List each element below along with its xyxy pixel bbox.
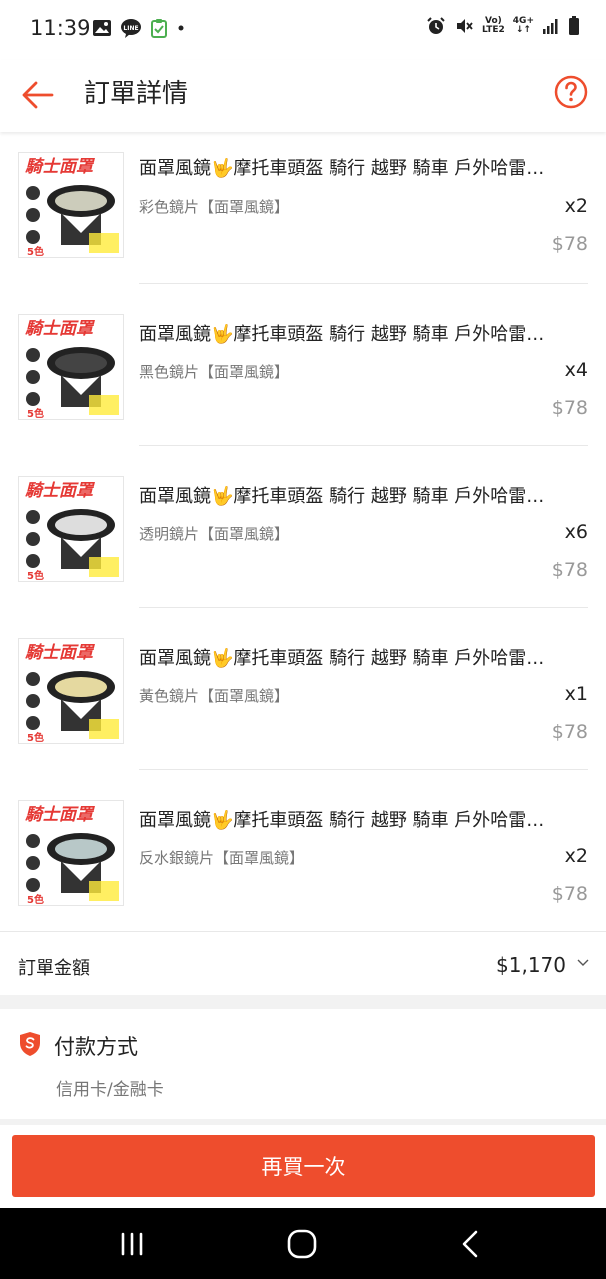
product-thumbnail[interactable]: 騎士面罩 5色 bbox=[18, 800, 124, 906]
app-header: 訂單詳情 bbox=[0, 60, 606, 132]
svg-text:5色: 5色 bbox=[27, 731, 44, 744]
goggles-mask-image: 騎士面罩 5色 bbox=[19, 315, 123, 420]
home-icon[interactable] bbox=[282, 1226, 322, 1262]
product-thumbnail[interactable]: 騎士面罩 5色 bbox=[18, 476, 124, 582]
item-name: 面罩風鏡🤟摩托車頭盔 騎行 越野 騎車 戶外哈雷… bbox=[139, 486, 545, 507]
page-title: 訂單詳情 bbox=[84, 79, 189, 109]
item-quantity: x6 bbox=[564, 521, 588, 543]
data-arrows-icon: ↓↑ bbox=[515, 25, 531, 35]
item-price: $78 bbox=[551, 559, 588, 581]
svg-text:LINE: LINE bbox=[123, 25, 138, 32]
product-thumbnail[interactable]: 騎士面罩 5色 bbox=[18, 638, 124, 744]
status-right-icons: Vo) LTE2 4G+ ↓↑ bbox=[426, 16, 580, 36]
goggles-mask-image: 騎士面罩 5色 bbox=[19, 153, 123, 258]
signal-icon bbox=[543, 19, 558, 34]
item-variant: 反水銀鏡片【面罩風鏡】 bbox=[139, 849, 305, 867]
svg-text:5色: 5色 bbox=[27, 893, 44, 906]
item-price: $78 bbox=[551, 397, 588, 419]
item-variant: 黑色鏡片【面罩風鏡】 bbox=[139, 363, 290, 381]
network-type-indicator: 4G+ ↓↑ bbox=[513, 17, 534, 35]
svg-text:5色: 5色 bbox=[27, 569, 44, 582]
item-quantity: x2 bbox=[564, 195, 588, 217]
order-total-row[interactable]: 訂單金額 $1,170 bbox=[0, 931, 606, 995]
order-total-value: $1,170 bbox=[496, 953, 566, 977]
alarm-icon bbox=[427, 17, 445, 34]
order-total-label: 訂單金額 bbox=[18, 958, 90, 979]
status-bar: 11:39 LINE Vo) LTE2 4G+ ↓↑ bbox=[0, 0, 606, 60]
item-name: 面罩風鏡🤟摩托車頭盔 騎行 越野 騎車 戶外哈雷… bbox=[139, 648, 545, 669]
volte-indicator: Vo) LTE2 bbox=[482, 17, 505, 35]
goggles-mask-image: 騎士面罩 5色 bbox=[19, 477, 123, 582]
order-item[interactable]: 騎士面罩 5色 面罩風鏡🤟摩托車頭盔 騎行 越野 騎車 戶外哈雷… 反水銀鏡片【… bbox=[0, 770, 606, 932]
svg-text:5色: 5色 bbox=[27, 245, 44, 258]
product-thumbnail[interactable]: 騎士面罩 5色 bbox=[18, 314, 124, 420]
dot-icon bbox=[178, 25, 184, 31]
item-price: $78 bbox=[551, 721, 588, 743]
order-item[interactable]: 騎士面罩 5色 面罩風鏡🤟摩托車頭盔 騎行 越野 騎車 戶外哈雷… 彩色鏡片【面… bbox=[0, 132, 606, 284]
section-separator bbox=[0, 1119, 606, 1125]
help-icon[interactable] bbox=[554, 75, 588, 109]
status-time: 11:39 bbox=[30, 16, 91, 40]
svg-text:騎士面罩: 騎士面罩 bbox=[25, 481, 95, 501]
shield-s-icon bbox=[20, 1032, 40, 1056]
recent-apps-icon[interactable] bbox=[112, 1226, 152, 1262]
item-name: 面罩風鏡🤟摩托車頭盔 騎行 越野 騎車 戶外哈雷… bbox=[139, 810, 545, 831]
chevron-down-icon[interactable] bbox=[576, 956, 590, 970]
svg-text:5色: 5色 bbox=[27, 407, 44, 420]
item-variant: 透明鏡片【面罩風鏡】 bbox=[139, 525, 290, 543]
mute-icon bbox=[457, 19, 473, 33]
goggles-mask-image: 騎士面罩 5色 bbox=[19, 801, 123, 906]
gallery-icon bbox=[93, 20, 111, 36]
item-variant: 黃色鏡片【面罩風鏡】 bbox=[139, 687, 290, 705]
item-name: 面罩風鏡🤟摩托車頭盔 騎行 越野 騎車 戶外哈雷… bbox=[139, 324, 545, 345]
order-item[interactable]: 騎士面罩 5色 面罩風鏡🤟摩托車頭盔 騎行 越野 騎車 戶外哈雷… 黃色鏡片【面… bbox=[0, 608, 606, 770]
payment-section: 付款方式 信用卡/金融卡 bbox=[0, 1009, 606, 1119]
status-left-icons: LINE bbox=[92, 18, 186, 38]
svg-text:騎士面罩: 騎士面罩 bbox=[25, 319, 95, 339]
system-nav-bar bbox=[0, 1208, 606, 1279]
item-quantity: x2 bbox=[564, 845, 588, 867]
svg-text:騎士面罩: 騎士面罩 bbox=[25, 805, 95, 825]
item-quantity: x4 bbox=[564, 359, 588, 381]
payment-title: 付款方式 bbox=[54, 1035, 138, 1059]
order-item[interactable]: 騎士面罩 5色 面罩風鏡🤟摩托車頭盔 騎行 越野 騎車 戶外哈雷… 透明鏡片【面… bbox=[0, 446, 606, 608]
item-price: $78 bbox=[551, 883, 588, 905]
svg-text:騎士面罩: 騎士面罩 bbox=[25, 157, 95, 177]
item-quantity: x1 bbox=[564, 683, 588, 705]
buy-again-button[interactable]: 再買一次 bbox=[12, 1135, 595, 1197]
payment-method: 信用卡/金融卡 bbox=[56, 1080, 164, 1100]
svg-text:騎士面罩: 騎士面罩 bbox=[25, 643, 95, 663]
lte-label: LTE2 bbox=[482, 25, 505, 35]
goggles-mask-image: 騎士面罩 5色 bbox=[19, 639, 123, 744]
product-thumbnail[interactable]: 騎士面罩 5色 bbox=[18, 152, 124, 258]
section-separator bbox=[0, 995, 606, 1009]
item-name: 面罩風鏡🤟摩托車頭盔 騎行 越野 騎車 戶外哈雷… bbox=[139, 158, 545, 179]
item-price: $78 bbox=[551, 233, 588, 255]
order-item[interactable]: 騎士面罩 5色 面罩風鏡🤟摩托車頭盔 騎行 越野 騎車 戶外哈雷… 黑色鏡片【面… bbox=[0, 284, 606, 446]
line-app-icon: LINE bbox=[121, 19, 141, 38]
item-variant: 彩色鏡片【面罩風鏡】 bbox=[139, 198, 290, 216]
battery-icon bbox=[569, 16, 579, 35]
back-arrow-icon[interactable] bbox=[18, 75, 58, 115]
clipboard-check-icon bbox=[151, 19, 167, 38]
order-item-list: 騎士面罩 5色 面罩風鏡🤟摩托車頭盔 騎行 越野 騎車 戶外哈雷… 彩色鏡片【面… bbox=[0, 132, 606, 932]
back-nav-icon[interactable] bbox=[452, 1226, 492, 1262]
